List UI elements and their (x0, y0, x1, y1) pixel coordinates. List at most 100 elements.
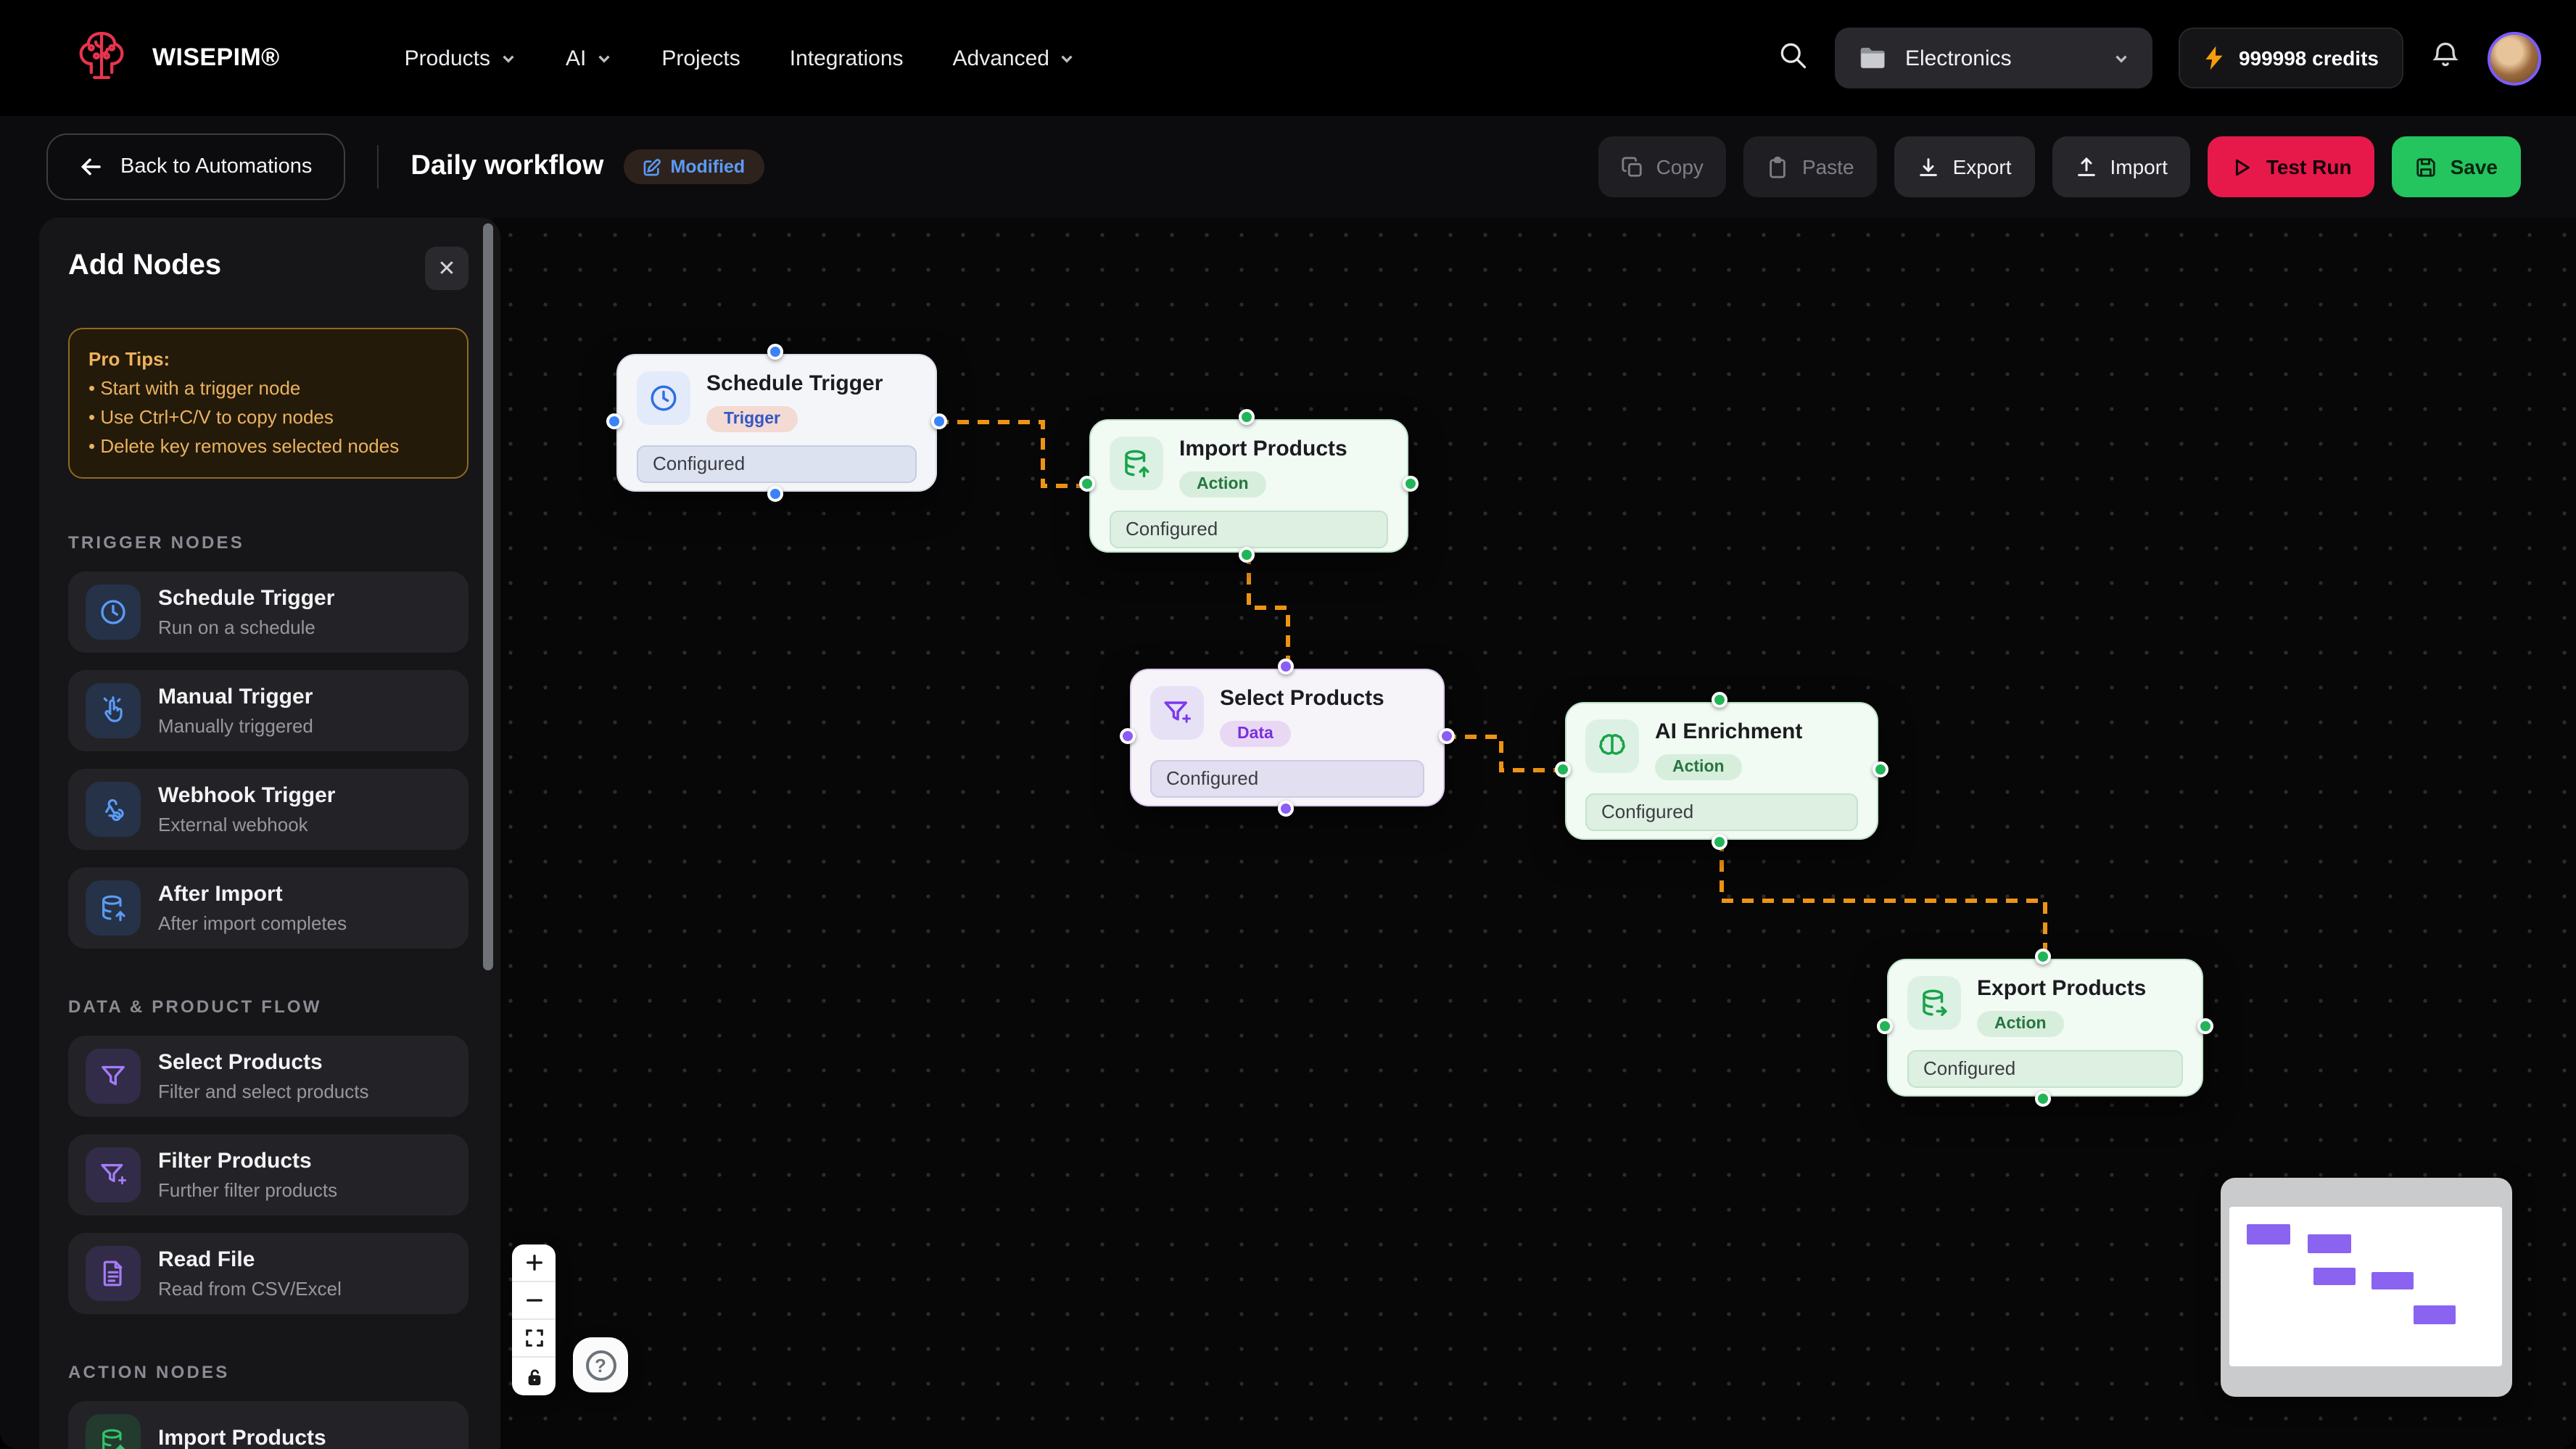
menu-products[interactable]: Products (405, 46, 516, 70)
webhook-icon (86, 782, 141, 837)
handle-top[interactable] (1239, 409, 1255, 425)
workflow-title: Daily workflow (410, 151, 603, 183)
sidebar-item-select-products[interactable]: Select Products Filter and select produc… (68, 1036, 468, 1117)
chevron-down-icon (1060, 50, 1076, 66)
node-select-products[interactable]: Select Products Data Configured (1130, 669, 1445, 806)
fit-view-button[interactable] (512, 1320, 556, 1358)
export-button[interactable]: Export (1895, 136, 2035, 197)
sidebar-item-import-products[interactable]: Import Products (68, 1401, 468, 1449)
handle-right[interactable] (1439, 727, 1455, 743)
import-button[interactable]: Import (2052, 136, 2191, 197)
node-badge: Action (1655, 754, 1742, 780)
copy-button[interactable]: Copy (1598, 136, 1727, 197)
handle-top[interactable] (1712, 692, 1727, 708)
handle-bottom[interactable] (1277, 801, 1293, 817)
handle-top[interactable] (1277, 659, 1293, 674)
sidebar-item-read-file[interactable]: Read File Read from CSV/Excel (68, 1233, 468, 1314)
chevron-down-icon (596, 50, 612, 66)
node-status: Configured (637, 445, 917, 483)
node-schedule-trigger[interactable]: Schedule Trigger Trigger Configured (616, 354, 937, 492)
node-status: Configured (1907, 1050, 2183, 1088)
download-icon (1918, 156, 1940, 178)
pro-tip: • Delete key removes selected nodes (88, 432, 448, 461)
workflow-canvas[interactable]: Schedule Trigger Trigger Configured Impo… (493, 218, 2576, 1449)
minimap-node (2313, 1268, 2356, 1285)
modified-status-badge: Modified (624, 149, 764, 184)
sidebar-item-manual-trigger[interactable]: Manual Trigger Manually triggered (68, 670, 468, 751)
navbar-right: Electronics 999998 credits (1778, 28, 2541, 88)
brain-icon (1585, 719, 1639, 773)
node-status: Configured (1150, 760, 1424, 798)
minimap-node (2414, 1305, 2456, 1324)
zoom-out-button[interactable] (512, 1282, 556, 1320)
edge-import-to-select (1249, 553, 1288, 664)
help-button[interactable]: ? (573, 1337, 628, 1392)
handle-right[interactable] (2197, 1017, 2213, 1033)
brand-brain-logo-icon (77, 29, 126, 87)
toolbar-divider (377, 145, 379, 189)
close-panel-button[interactable]: ✕ (425, 247, 468, 290)
pro-tips-heading: Pro Tips: (88, 345, 448, 374)
handle-right[interactable] (1873, 761, 1888, 777)
handle-bottom[interactable] (1712, 834, 1727, 850)
sidebar-item-after-import[interactable]: After Import After import completes (68, 867, 468, 949)
panel-title: Add Nodes (68, 249, 221, 283)
question-mark-icon: ? (585, 1350, 616, 1380)
handle-left[interactable] (1877, 1017, 1893, 1033)
minimap[interactable] (2221, 1178, 2512, 1397)
handle-top[interactable] (767, 344, 783, 360)
app-window: WISEPIM® Products AI Projects Integratio… (0, 0, 2576, 1449)
handle-right[interactable] (931, 413, 947, 429)
search-icon[interactable] (1778, 38, 1809, 78)
handle-top[interactable] (2035, 949, 2051, 965)
add-nodes-panel: Add Nodes ✕ Pro Tips: • Start with a tri… (39, 218, 500, 1449)
handle-left[interactable] (1555, 761, 1571, 777)
edge-ai-to-export (1722, 840, 2045, 956)
edge-schedule-to-import (937, 422, 1083, 486)
user-avatar[interactable] (2488, 31, 2541, 85)
handle-left[interactable] (1120, 727, 1136, 743)
sidebar-item-schedule-trigger[interactable]: Schedule Trigger Run on a schedule (68, 571, 468, 653)
menu-projects[interactable]: Projects (661, 46, 740, 70)
funnel-plus-icon (1150, 686, 1204, 740)
section-header-action-nodes: ACTION NODES (68, 1362, 468, 1382)
node-import-products[interactable]: Import Products Action Configured (1089, 419, 1408, 553)
node-export-products[interactable]: Export Products Action Configured (1887, 959, 2203, 1097)
notifications-bell-icon[interactable] (2430, 38, 2461, 78)
handle-left[interactable] (1079, 476, 1095, 492)
handle-bottom[interactable] (767, 486, 783, 502)
funnel-icon (86, 1049, 141, 1104)
paste-button[interactable]: Paste (1744, 136, 1878, 197)
handle-bottom[interactable] (2035, 1091, 2051, 1107)
lock-toggle-button[interactable] (512, 1358, 556, 1395)
workspace-selector[interactable]: Electronics (1836, 28, 2153, 88)
test-run-button[interactable]: Test Run (2208, 136, 2375, 197)
clipboard-icon (1767, 156, 1789, 178)
upload-icon (2076, 156, 2097, 178)
toolbar-actions: Copy Paste Export Import Test Run Save (1598, 136, 2521, 197)
menu-ai[interactable]: AI (566, 46, 612, 70)
copy-icon (1622, 156, 1643, 178)
menu-integrations[interactable]: Integrations (790, 46, 904, 70)
sidebar-item-filter-products[interactable]: Filter Products Further filter products (68, 1134, 468, 1215)
handle-bottom[interactable] (1239, 547, 1255, 563)
minimap-node (2371, 1272, 2414, 1289)
save-button[interactable]: Save (2393, 136, 2521, 197)
credits-badge[interactable]: 999998 credits (2179, 28, 2403, 88)
canvas-controls (512, 1244, 556, 1395)
handle-left[interactable] (606, 413, 622, 429)
sidebar-item-webhook-trigger[interactable]: Webhook Trigger External webhook (68, 769, 468, 850)
play-icon (2232, 156, 2253, 178)
floppy-save-icon (2416, 156, 2437, 178)
node-status: Configured (1110, 511, 1388, 548)
panel-scrollbar[interactable] (483, 223, 493, 970)
menu-advanced[interactable]: Advanced (953, 46, 1076, 70)
node-ai-enrichment[interactable]: AI Enrichment Action Configured (1565, 702, 1878, 840)
database-import-icon (86, 1414, 141, 1449)
zoom-in-button[interactable] (512, 1244, 556, 1282)
clock-icon (86, 585, 141, 640)
edit-pencil-icon (643, 157, 661, 176)
node-badge: Data (1220, 721, 1291, 747)
handle-right[interactable] (1403, 476, 1419, 492)
back-to-automations-button[interactable]: Back to Automations (46, 133, 345, 200)
